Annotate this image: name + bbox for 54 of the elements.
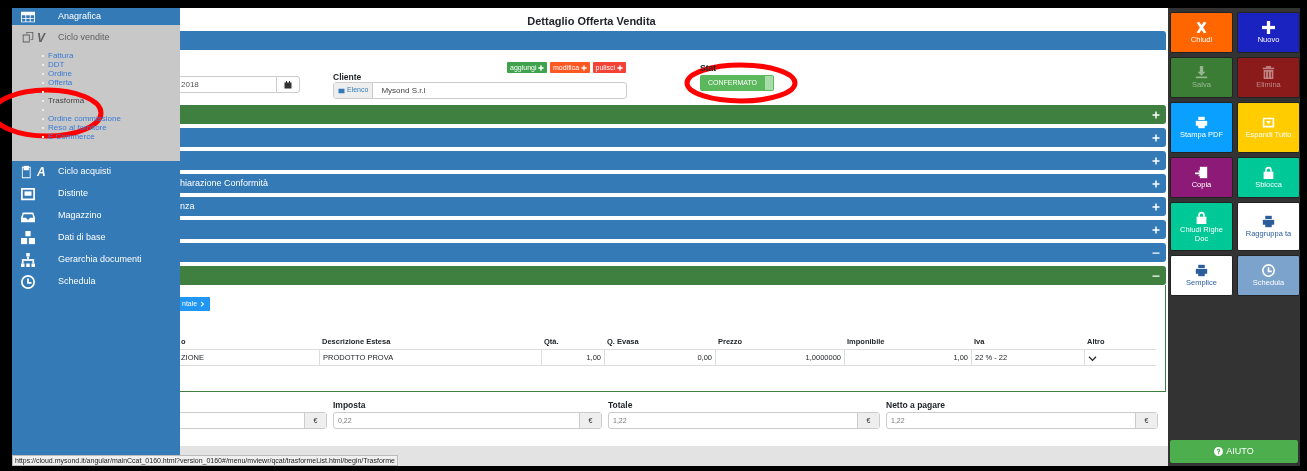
section-header[interactable] [177, 266, 1166, 285]
lock-icon [1261, 166, 1276, 179]
field-label: Cliente [333, 72, 362, 82]
sidebar-icon [20, 9, 36, 24]
close-icon [1194, 21, 1209, 34]
trash-icon [1261, 66, 1276, 79]
field-label: Imposta [333, 400, 367, 410]
sidebar-icon [20, 187, 36, 201]
section-header[interactable] [177, 105, 1166, 124]
sidebar-item[interactable]: Gerarchia documenti [12, 249, 180, 271]
section-title: nza [180, 199, 196, 213]
sidebar-icon [20, 275, 36, 289]
submenu-link[interactable]: Fattura [48, 51, 74, 60]
sidebar-item[interactable]: A Ciclo acquisti [12, 161, 180, 183]
submenu-link[interactable]: E Commerce [48, 132, 95, 141]
plus-icon [1261, 21, 1276, 34]
page-title: Dettaglio Offerta Vendita [527, 15, 656, 27]
submenu-link[interactable]: Offerta [48, 78, 73, 87]
sidebar-item[interactable]: Magazzino [12, 205, 180, 227]
section-header[interactable] [177, 243, 1166, 262]
submenu-link[interactable]: DDT [48, 60, 65, 69]
calendar-button[interactable] [276, 76, 300, 93]
sidebar-item[interactable]: V Ciclo vendite [12, 25, 180, 51]
sidebar-item[interactable]: Distinte [12, 183, 180, 205]
sidebar-item[interactable]: Dati di base [12, 227, 180, 249]
sidebar-icon [20, 231, 36, 245]
field-label: Totale [608, 400, 634, 410]
clock-icon [1261, 264, 1276, 277]
plus-icon [538, 64, 545, 71]
sidebar-icon [20, 253, 36, 267]
field-label: Netto a pagare [886, 400, 947, 410]
help-icon [1214, 447, 1224, 456]
download-icon [1194, 66, 1209, 79]
help-button[interactable]: AIUTO [1170, 440, 1298, 463]
field-value: Mysond S.r.l [380, 84, 426, 97]
section-header[interactable]: hiarazione Conformità [177, 174, 1166, 193]
printer-icon [1194, 264, 1209, 277]
sidebar-item[interactable]: Anagrafica [12, 8, 180, 25]
paste-icon [1194, 166, 1209, 179]
chevron-down-icon [1088, 354, 1097, 362]
section-header[interactable] [177, 128, 1166, 147]
section-title: hiarazione Conformità [180, 176, 270, 190]
chevron-icon [200, 301, 207, 308]
section-header[interactable] [177, 220, 1166, 239]
section-header[interactable] [177, 151, 1166, 170]
lock-icon [1194, 210, 1209, 224]
image-icon [338, 87, 345, 94]
printer-icon [1261, 215, 1276, 228]
submenu-link[interactable]: Ordine [48, 69, 72, 78]
sidebar-item[interactable]: Schedula [12, 271, 180, 293]
submenu-link[interactable]: Trasforma [48, 96, 85, 105]
printer-icon [1194, 116, 1209, 129]
calendar-icon [284, 80, 292, 89]
section-header[interactable]: nza [177, 197, 1166, 216]
